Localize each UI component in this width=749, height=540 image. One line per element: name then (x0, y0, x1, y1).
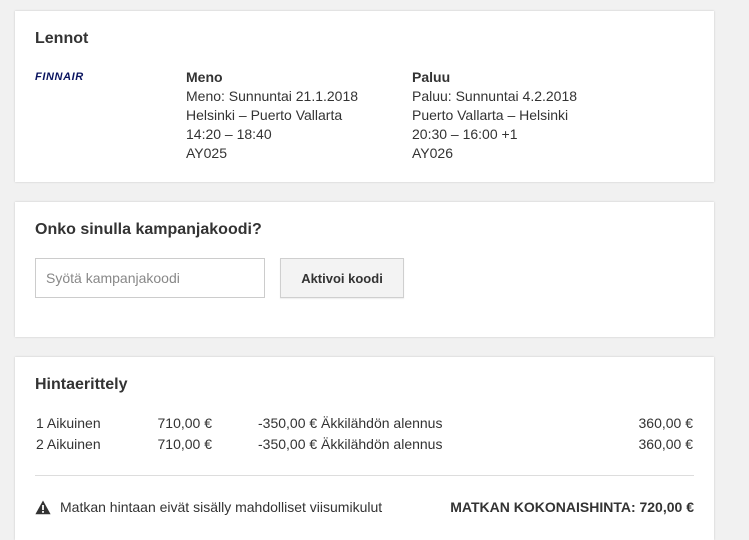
price-row: 2 Aikuinen 710,00 € -350,00 € Äkkilähdön… (36, 435, 693, 454)
outbound-heading: Meno (186, 69, 223, 85)
return-date: Paluu: Sunnuntai 4.2.2018 (412, 88, 578, 104)
outbound-date: Meno: Sunnuntai 21.1.2018 (186, 88, 359, 104)
passenger-label: 1 Aikuinen (36, 415, 101, 431)
promo-code-input[interactable] (35, 258, 265, 298)
warning-icon (35, 500, 51, 514)
price-row: 1 Aikuinen 710,00 € -350,00 € Äkkilähdön… (36, 414, 693, 433)
promo-title: Onko sinulla kampanjakoodi? (35, 221, 262, 238)
flights-card: Lennot FINNAIR Meno Meno: Sunnuntai 21.1… (15, 11, 714, 182)
outbound-flight: Meno Meno: Sunnuntai 21.1.2018 Helsinki … (186, 68, 358, 163)
activate-code-button[interactable]: Aktivoi koodi (280, 258, 404, 298)
outbound-time: 14:20 – 18:40 (186, 126, 272, 142)
visa-notice: Matkan hintaan eivät sisälly mahdolliset… (35, 498, 382, 516)
row-total: 360,00 € (638, 415, 694, 431)
base-price: 710,00 € (157, 415, 213, 431)
return-flight-number: AY026 (412, 145, 453, 161)
row-total: 360,00 € (638, 436, 694, 452)
finnair-logo: FINNAIR (35, 71, 84, 81)
outbound-flight-number: AY025 (186, 145, 227, 161)
outbound-route: Helsinki – Puerto Vallarta (186, 107, 343, 123)
base-price: 710,00 € (157, 436, 213, 452)
price-title: Hintaerittely (35, 376, 128, 393)
discount: -350,00 € Äkkilähdön alennus (258, 436, 443, 452)
return-route: Puerto Vallarta – Helsinki (412, 107, 569, 123)
price-breakdown-card: Hintaerittely 1 Aikuinen 710,00 € -350,0… (15, 357, 714, 540)
promo-code-card: Onko sinulla kampanjakoodi? Aktivoi kood… (15, 202, 714, 337)
discount: -350,00 € Äkkilähdön alennus (258, 415, 443, 431)
grand-total: MATKAN KOKONAISHINTA: 720,00 € (450, 499, 694, 515)
visa-notice-text: Matkan hintaan eivät sisälly mahdolliset… (60, 499, 383, 515)
return-time: 20:30 – 16:00 +1 (412, 126, 518, 142)
svg-text:FINNAIR: FINNAIR (35, 71, 84, 81)
flights-title: Lennot (35, 30, 89, 47)
divider (35, 475, 694, 476)
passenger-label: 2 Aikuinen (36, 436, 101, 452)
return-flight: Paluu Paluu: Sunnuntai 4.2.2018 Puerto V… (412, 68, 577, 163)
return-heading: Paluu (412, 69, 451, 85)
